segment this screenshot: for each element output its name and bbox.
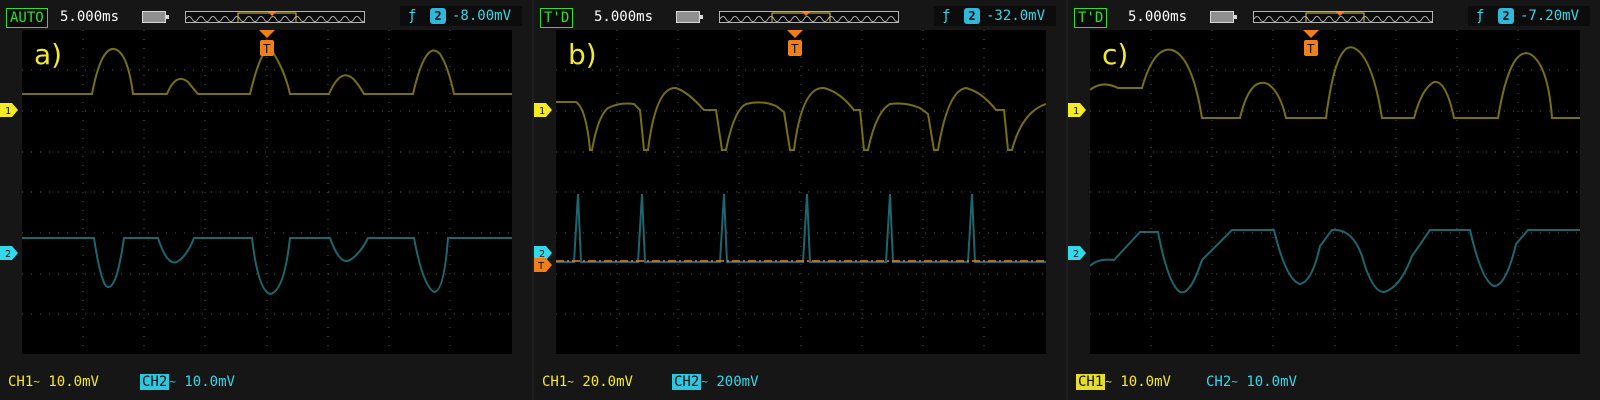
timebase-readout: 5.000ms — [594, 9, 654, 25]
ch1-scale-readout: CH1~ 20.0mV — [542, 372, 633, 392]
scope-panel-c: T'D 5.000ms ƒ 2 -7.20mV c) 1 2 T CH1 ~ 1… — [1068, 0, 1600, 400]
panel-label: a) — [34, 38, 63, 71]
panel-label: b) — [568, 38, 597, 71]
trigger-readout: ƒ 2 -8.00mV — [400, 6, 522, 26]
svg-text:1: 1 — [5, 106, 11, 117]
ch2-scale: 10.0mV — [184, 374, 235, 390]
battery-icon — [1210, 11, 1237, 23]
channel-footer: CH1~ 10.0mV CH2~ 10.0mV — [0, 370, 532, 394]
channel-footer: CH1~ 20.0mV CH2 ~ 200mV — [534, 370, 1066, 394]
acquisition-mode-badge: AUTO — [6, 8, 48, 28]
channel-2-marker-icon: 2 — [1068, 246, 1086, 260]
trigger-level-readout: -32.0mV — [986, 8, 1046, 24]
ch1-scale: 20.0mV — [582, 374, 633, 390]
trigger-channel-badge: 2 — [430, 8, 446, 24]
waveform-screen: a) — [22, 30, 512, 354]
ch1-label: CH1 — [8, 374, 34, 390]
waveform-grid — [1090, 30, 1580, 354]
waveform-grid — [22, 30, 512, 354]
scope-panel-a: AUTO 5.000ms ƒ 2 -8.00mV a) 1 2 T CH1~ 1… — [0, 0, 532, 400]
trigger-channel-badge: 2 — [964, 8, 980, 24]
ch1-scale: 10.0mV — [1120, 374, 1171, 390]
waveform-grid — [556, 30, 1046, 354]
rising-edge-icon: ƒ — [1476, 8, 1485, 24]
coupling-ac-icon: ~ — [33, 375, 40, 388]
rising-edge-icon: ƒ — [408, 8, 417, 24]
waveform-screen: b) — [556, 30, 1046, 354]
channel-1-marker-icon: 1 — [534, 103, 552, 117]
svg-text:1: 1 — [1073, 106, 1079, 117]
battery-icon — [676, 11, 703, 23]
trigger-readout: ƒ 2 -32.0mV — [934, 6, 1056, 26]
memory-depth-waveform-icon — [186, 12, 364, 22]
channel-1-marker-icon: 1 — [1068, 103, 1086, 117]
memory-depth-waveform-icon — [720, 12, 898, 22]
svg-text:2: 2 — [1073, 249, 1079, 260]
ch2-scale: 200mV — [716, 374, 759, 390]
memory-depth-icon — [719, 11, 899, 23]
trigger-readout: ƒ 2 -7.20mV — [1468, 6, 1590, 26]
coupling-ac-icon: ~ — [701, 375, 708, 388]
trigger-level-readout: -8.00mV — [452, 8, 512, 24]
channel-1-marker-icon: 1 — [0, 103, 18, 117]
battery-icon — [142, 11, 169, 23]
trigger-level-marker-icon: T — [534, 258, 552, 272]
trigger-marker-icon: T — [787, 30, 803, 58]
ch2-scale-readout: CH2~ 10.0mV — [140, 372, 235, 392]
memory-depth-icon — [1253, 11, 1433, 23]
ch1-scale: 10.0mV — [48, 374, 99, 390]
coupling-ac-icon: ~ — [169, 375, 176, 388]
ch2-scale-readout: CH2 ~ 200mV — [672, 372, 759, 392]
ch2-label: CH2 — [140, 374, 170, 390]
memory-depth-icon — [185, 11, 365, 23]
ch1-label: CH1 — [542, 374, 568, 390]
timebase-readout: 5.000ms — [60, 9, 120, 25]
ch2-label: CH2 — [672, 374, 702, 390]
coupling-ac-icon: ~ — [1105, 375, 1112, 388]
channel-2-marker-icon: 2 — [0, 246, 18, 260]
panel-label: c) — [1102, 38, 1129, 71]
topbar: T'D 5.000ms ƒ 2 -32.0mV — [534, 4, 1066, 28]
svg-text:2: 2 — [5, 249, 11, 260]
scope-panel-b: T'D 5.000ms ƒ 2 -32.0mV b) 1 2 T T CH1~ … — [534, 0, 1066, 400]
trigger-level-readout: -7.20mV — [1520, 8, 1580, 24]
rising-edge-icon: ƒ — [942, 8, 951, 24]
timebase-readout: 5.000ms — [1128, 9, 1188, 25]
svg-text:T: T — [790, 42, 799, 56]
svg-text:T: T — [262, 42, 271, 56]
ch2-scale-readout: CH2~ 10.0mV — [1206, 372, 1297, 392]
svg-text:T: T — [1306, 42, 1315, 56]
topbar: T'D 5.000ms ƒ 2 -7.20mV — [1068, 4, 1600, 28]
acquisition-mode-badge: T'D — [540, 8, 574, 28]
ch1-label: CH1 — [1076, 374, 1106, 390]
waveform-screen: c) — [1090, 30, 1580, 354]
channel-footer: CH1~ 10.0mV CH2~ 10.0mV — [1068, 370, 1600, 394]
trigger-marker-icon: T — [1303, 30, 1319, 58]
ch2-scale: 10.0mV — [1246, 374, 1297, 390]
acquisition-mode-badge: T'D — [1074, 8, 1108, 28]
topbar: AUTO 5.000ms ƒ 2 -8.00mV — [0, 4, 532, 28]
trigger-channel-badge: 2 — [1498, 8, 1514, 24]
trigger-marker-icon: T — [259, 30, 275, 58]
coupling-ac-icon: ~ — [567, 375, 574, 388]
memory-depth-waveform-icon — [1254, 12, 1432, 22]
svg-text:1: 1 — [539, 106, 545, 117]
svg-text:T: T — [537, 261, 545, 272]
ch1-scale-readout: CH1~ 10.0mV — [8, 372, 99, 392]
ch1-scale-readout: CH1~ 10.0mV — [1076, 372, 1171, 392]
ch2-label: CH2 — [1206, 374, 1232, 390]
coupling-ac-icon: ~ — [1231, 375, 1238, 388]
